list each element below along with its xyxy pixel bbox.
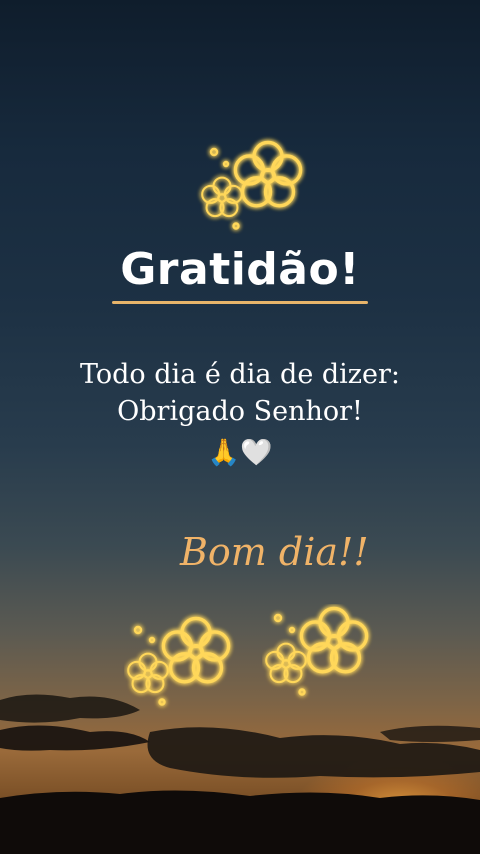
title-underline — [112, 301, 368, 304]
title-gratidao: Gratidão! — [120, 244, 360, 295]
glowing-flower-icon — [265, 606, 369, 696]
message-line-2: Obrigado Senhor! — [117, 396, 363, 427]
message-text: Todo dia é dia de dizer: Obrigado Senhor… — [0, 356, 480, 430]
praying-hands-heart-icon: 🙏🤍 — [207, 438, 273, 468]
message-line-1: Todo dia é dia de dizer: — [79, 359, 401, 390]
glowing-flower-icon — [127, 616, 231, 706]
greeting-bom-dia: Bom dia!! — [180, 530, 369, 574]
glowing-flower-icon — [201, 140, 303, 230]
